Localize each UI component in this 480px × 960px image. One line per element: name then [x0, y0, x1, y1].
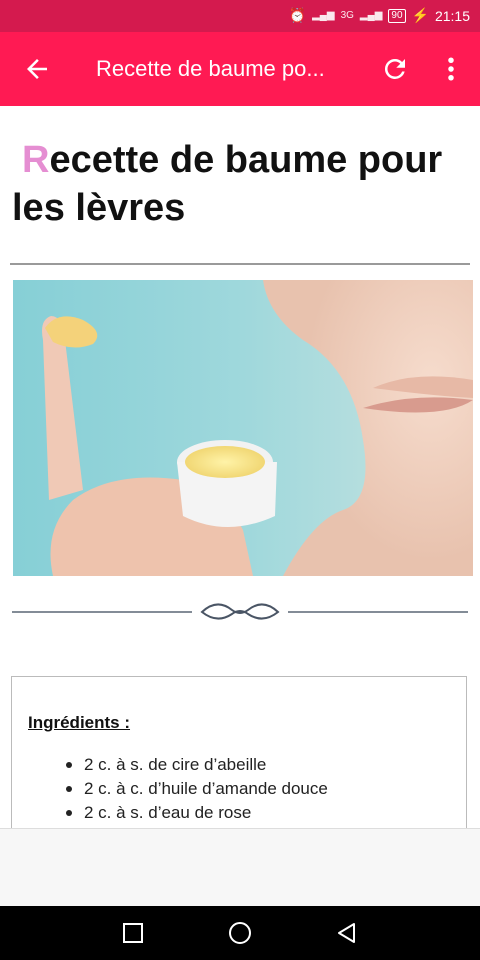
article-title: Recette de baume pour les lèvres	[12, 136, 472, 232]
more-vert-icon[interactable]	[436, 54, 466, 84]
divider-ornament	[12, 603, 468, 620]
battery-indicator: 90	[388, 8, 406, 23]
ingredient-item: 2 c. à s. de cire d’abeille	[66, 753, 328, 777]
ad-banner-area	[0, 828, 480, 907]
ingredients-heading: Ingrédients :	[28, 713, 131, 732]
ingredient-item: 2 c. à c. d’huile d’amande douce	[66, 777, 328, 801]
app-bar-title: Recette de baume po...	[96, 56, 325, 81]
status-bar: ⏰ ▂▄▆ 3G ▂▄▆ 90 ⚡ 21:15	[0, 0, 480, 32]
ingredients-list: 2 c. à s. de cire d’abeille 2 c. à c. d’…	[66, 753, 328, 825]
arrow-back-icon[interactable]	[22, 54, 52, 84]
article-content[interactable]: Recette de baume pour les lèvres Ingrédi…	[0, 106, 480, 828]
title-rest: ecette de baume pour les lèvres	[12, 139, 443, 229]
back-nav-icon[interactable]	[332, 918, 362, 948]
signal-icon: ▂▄▆	[312, 10, 335, 21]
refresh-icon[interactable]	[380, 54, 410, 84]
ingredient-item: 2 c. à s. d’eau de rose	[66, 801, 328, 825]
ingredients-box: Ingrédients : 2 c. à s. de cire d’abeill…	[11, 676, 467, 828]
system-nav-bar	[0, 906, 480, 960]
charging-icon: ⚡	[411, 7, 429, 23]
clock: 21:15	[434, 7, 470, 24]
status-icons: ⏰ ▂▄▆ 3G ▂▄▆ 90 ⚡ 21:15	[289, 7, 470, 24]
title-first-letter: R	[22, 139, 50, 181]
signal-icon-2: ▂▄▆	[359, 10, 383, 21]
recent-apps-icon[interactable]	[118, 918, 148, 948]
alarm-icon: ⏰	[288, 7, 307, 23]
title-divider	[10, 263, 470, 265]
app-bar: Recette de baume po...	[0, 32, 480, 106]
home-icon[interactable]	[225, 918, 255, 948]
network-type: 3G	[340, 10, 354, 21]
lip-balm-photo	[13, 280, 473, 576]
